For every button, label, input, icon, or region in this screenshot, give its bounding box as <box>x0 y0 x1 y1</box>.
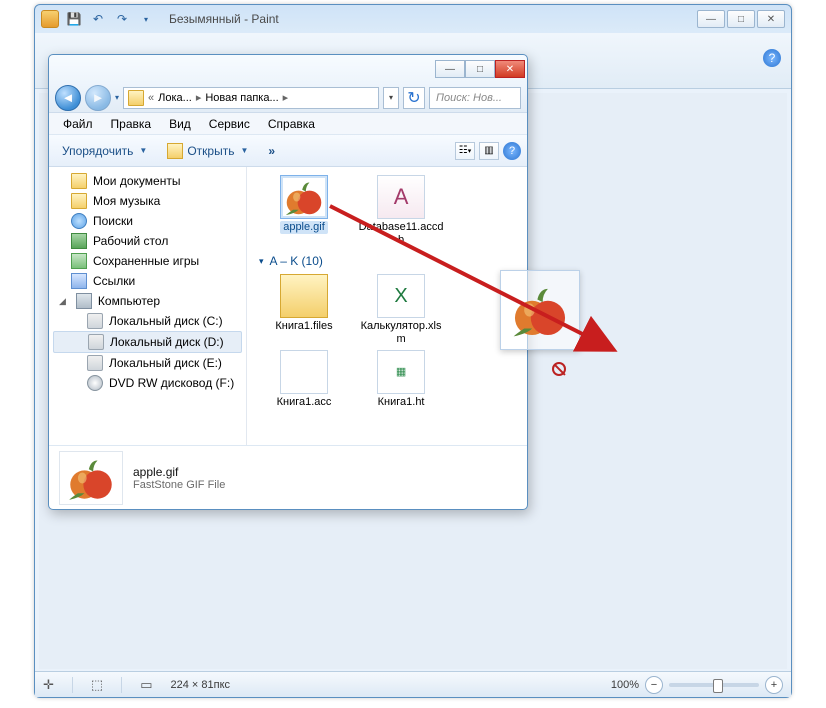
details-filename: apple.gif <box>133 465 225 479</box>
drag-ghost <box>500 270 580 350</box>
details-filetype: FastStone GIF File <box>133 479 225 491</box>
file-item-database[interactable]: A Database11.accdb <box>358 175 444 246</box>
menu-view[interactable]: Вид <box>161 115 199 133</box>
paint-minimize-button[interactable]: — <box>697 10 725 28</box>
tree-item-mymusic[interactable]: Моя музыка <box>49 191 246 211</box>
explorer-titlebar[interactable]: — □ ✕ <box>49 55 527 83</box>
folder-icon <box>128 90 144 106</box>
nav-forward-button[interactable]: ► <box>85 85 111 111</box>
paint-title: Безымянный - Paint <box>169 12 279 26</box>
explorer-window: — □ ✕ ◄ ► ▾ « Лока... ▸ Новая папка... ▸… <box>48 54 528 510</box>
tree-item-dvd-f[interactable]: DVD RW дисковод (F:) <box>49 373 246 393</box>
organize-button[interactable]: Упорядочить▼ <box>55 140 154 162</box>
file-label: apple.gif <box>280 221 328 234</box>
qat-undo-icon[interactable]: ↶ <box>89 10 107 28</box>
search-input[interactable]: Поиск: Нов... <box>429 87 521 109</box>
explorer-minimize-button[interactable]: — <box>435 60 465 78</box>
menu-tools[interactable]: Сервис <box>201 115 258 133</box>
paint-close-button[interactable]: ✕ <box>757 10 785 28</box>
selection-size-icon: ⬚ <box>91 677 103 693</box>
preview-pane-button[interactable]: ▥ <box>479 142 499 160</box>
explorer-menubar: Файл Правка Вид Сервис Справка <box>49 113 527 135</box>
tree-item-drive-c[interactable]: Локальный диск (C:) <box>49 311 246 331</box>
menu-help[interactable]: Справка <box>260 115 323 133</box>
qat-save-icon[interactable]: 💾 <box>65 10 83 28</box>
explorer-nav-tree[interactable]: Мои документы Моя музыка Поиски Рабочий … <box>49 167 247 445</box>
paint-app-icon <box>41 10 59 28</box>
nav-history-dropdown-icon[interactable]: ▾ <box>115 93 119 102</box>
search-folder-icon <box>71 213 87 229</box>
file-item-kniga-acc[interactable]: Книга1.acc <box>261 350 347 409</box>
tree-item-drive-d[interactable]: Локальный диск (D:) <box>53 331 242 353</box>
open-button[interactable]: Открыть▼ <box>160 139 255 163</box>
menu-file[interactable]: Файл <box>55 115 101 133</box>
file-group-header[interactable]: A – K (10) <box>257 248 517 272</box>
html-file-icon: ▦ <box>396 365 406 378</box>
file-label: Калькулятор.xlsm <box>358 320 444 345</box>
search-placeholder: Поиск: Нов... <box>436 92 502 104</box>
breadcrumb-seg[interactable]: Лока... <box>158 92 192 104</box>
zoom-in-button[interactable]: + <box>765 676 783 694</box>
zoom-slider[interactable] <box>669 683 759 687</box>
file-item-apple[interactable]: apple.gif <box>261 175 347 234</box>
help-icon[interactable]: ? <box>763 49 781 67</box>
drive-icon <box>88 334 104 350</box>
tree-item-searches[interactable]: Поиски <box>49 211 246 231</box>
explorer-file-list[interactable]: apple.gif A Database11.accdb A – K (10) … <box>247 167 527 445</box>
folder-icon <box>71 173 87 189</box>
file-label: Книга1.ht <box>378 396 425 409</box>
explorer-close-button[interactable]: ✕ <box>495 60 525 78</box>
breadcrumb-seg[interactable]: Новая папка... <box>205 92 278 104</box>
dvd-drive-icon <box>87 375 103 391</box>
generic-file-icon <box>280 350 328 394</box>
folder-icon <box>71 193 87 209</box>
cursor-pos-icon: ✛ <box>43 677 54 693</box>
tree-item-computer[interactable]: ◢Компьютер <box>49 291 246 311</box>
drive-icon <box>87 355 103 371</box>
view-mode-button[interactable]: ☷▾ <box>455 142 475 160</box>
canvas-size: 224 × 81пкс <box>171 679 231 691</box>
drive-icon <box>87 313 103 329</box>
explorer-help-icon[interactable]: ? <box>503 142 521 160</box>
file-label: Книга1.acc <box>277 396 332 409</box>
access-file-icon: A <box>394 184 409 210</box>
tree-item-links[interactable]: Ссылки <box>49 271 246 291</box>
paint-maximize-button[interactable]: □ <box>727 10 755 28</box>
explorer-details-pane: apple.gif FastStone GIF File <box>49 445 527 509</box>
toolbar-overflow-button[interactable]: » <box>261 140 284 162</box>
breadcrumb[interactable]: « Лока... ▸ Новая папка... ▸ <box>123 87 379 109</box>
file-label: Книга1.files <box>275 320 332 333</box>
paint-statusbar: ✛ ⬚ ▭ 224 × 81пкс 100% − + <box>35 671 791 697</box>
zoom-out-button[interactable]: − <box>645 676 663 694</box>
tree-item-drive-e[interactable]: Локальный диск (E:) <box>49 353 246 373</box>
computer-icon <box>76 293 92 309</box>
explorer-maximize-button[interactable]: □ <box>465 60 495 78</box>
open-folder-icon <box>167 143 183 159</box>
saved-games-icon <box>71 253 87 269</box>
explorer-toolbar: Упорядочить▼ Открыть▼ » ☷▾ ▥ ? <box>49 135 527 167</box>
menu-edit[interactable]: Правка <box>103 115 160 133</box>
tree-item-mydocs[interactable]: Мои документы <box>49 171 246 191</box>
links-icon <box>71 273 87 289</box>
file-item-kniga-files[interactable]: Книга1.files <box>261 274 347 333</box>
folder-icon <box>280 274 328 318</box>
qat-redo-icon[interactable]: ↷ <box>113 10 131 28</box>
file-item-calc[interactable]: X Калькулятор.xlsm <box>358 274 444 345</box>
breadcrumb-dropdown-icon[interactable]: ▾ <box>383 87 399 109</box>
zoom-level: 100% <box>611 679 639 691</box>
file-label: Database11.accdb <box>358 221 444 246</box>
no-drop-icon <box>552 362 566 376</box>
tree-item-desktop[interactable]: Рабочий стол <box>49 231 246 251</box>
explorer-address-bar: ◄ ► ▾ « Лока... ▸ Новая папка... ▸ ▾ ↻ П… <box>49 83 527 113</box>
desktop-icon <box>71 233 87 249</box>
file-item-kniga-ht[interactable]: ▦ Книга1.ht <box>358 350 444 409</box>
refresh-button[interactable]: ↻ <box>403 87 425 109</box>
excel-file-icon: X <box>394 285 407 308</box>
paint-titlebar[interactable]: 💾 ↶ ↷ ▾ Безымянный - Paint — □ ✕ <box>35 5 791 33</box>
nav-back-button[interactable]: ◄ <box>55 85 81 111</box>
details-thumbnail <box>59 451 123 505</box>
tree-item-savedgames[interactable]: Сохраненные игры <box>49 251 246 271</box>
canvas-size-icon: ▭ <box>140 677 152 693</box>
qat-customize-icon[interactable]: ▾ <box>137 10 155 28</box>
